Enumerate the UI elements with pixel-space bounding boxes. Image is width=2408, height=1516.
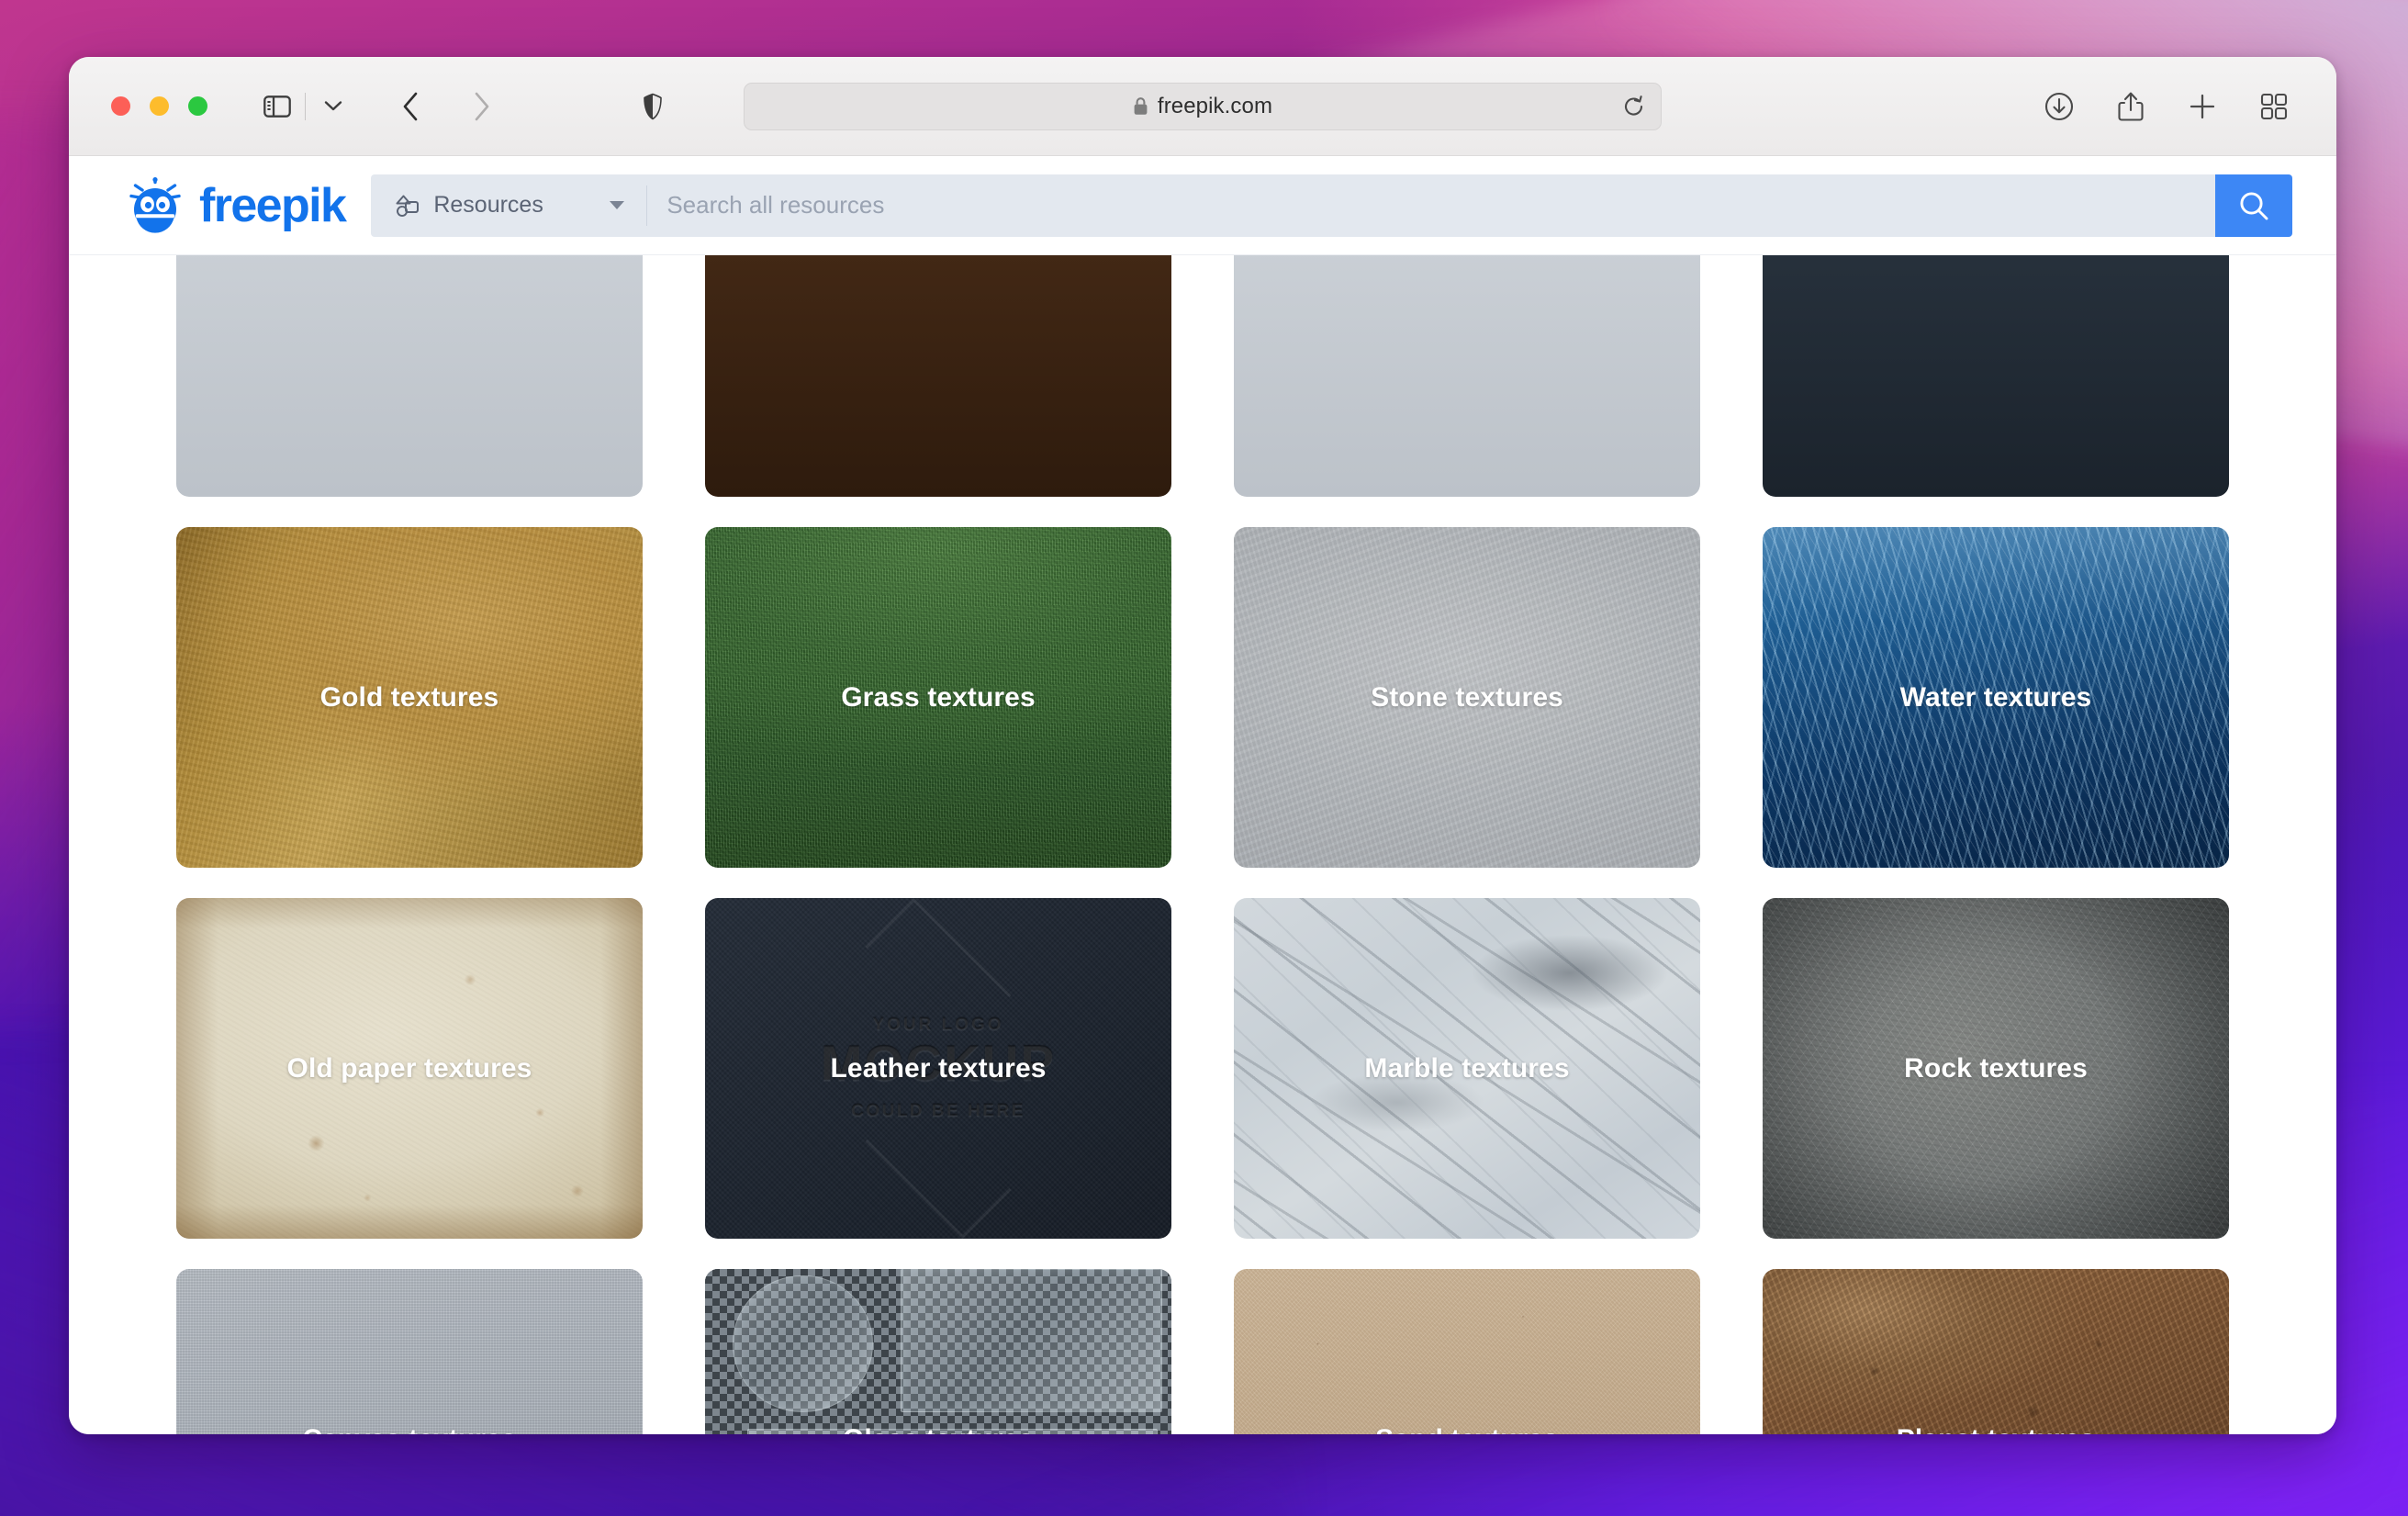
- texture-card[interactable]: YOUR LOGO MOCKUP COULD BE HERE Leather text…: [705, 898, 1171, 1239]
- resources-label: Resources: [433, 192, 543, 218]
- texture-card[interactable]: Canvas textures: [176, 1269, 643, 1434]
- texture-card-label: [1763, 255, 2229, 497]
- browser-window: freepik.com freepik Resources Search all…: [69, 57, 2336, 1434]
- forward-arrow-icon[interactable]: [460, 86, 504, 127]
- search-icon: [2240, 191, 2268, 219]
- maximize-window-button[interactable]: [188, 96, 207, 116]
- texture-card[interactable]: [176, 255, 643, 497]
- texture-card[interactable]: [1763, 255, 2229, 497]
- page-content[interactable]: Gold textures Grass textures Stone texture…: [69, 255, 2336, 1434]
- downloads-icon[interactable]: [2037, 86, 2081, 127]
- toolbar-divider: [305, 92, 306, 120]
- texture-card[interactable]: Old paper textures: [176, 898, 643, 1239]
- texture-card[interactable]: Planet textures: [1763, 1269, 2229, 1434]
- site-search-bar: Resources: [371, 174, 2292, 237]
- texture-card[interactable]: Grass textures: [705, 527, 1171, 868]
- texture-card-label: Old paper textures: [286, 1052, 532, 1084]
- resources-dropdown[interactable]: Resources: [371, 174, 647, 237]
- share-icon[interactable]: [2109, 86, 2153, 127]
- chevron-down-icon[interactable]: [311, 86, 355, 127]
- texture-card-label: [705, 255, 1171, 497]
- texture-card[interactable]: [705, 255, 1171, 497]
- texture-card-label: Grass textures: [841, 681, 1036, 713]
- plus-icon[interactable]: [2180, 86, 2224, 127]
- lock-icon: [1133, 96, 1148, 116]
- texture-card[interactable]: Glass textures: [705, 1269, 1171, 1434]
- texture-grid: Gold textures Grass textures Stone texture…: [69, 255, 2336, 1434]
- tab-overview-icon[interactable]: [2252, 86, 2296, 127]
- site-header: freepik Resources: [69, 156, 2336, 255]
- freepik-logo[interactable]: freepik: [124, 176, 347, 234]
- texture-card-label: Leather textures: [830, 1052, 1047, 1084]
- texture-card[interactable]: Gold textures: [176, 527, 643, 868]
- search-input[interactable]: [666, 191, 2215, 219]
- sidebar-icon[interactable]: [255, 86, 299, 127]
- freepik-wordmark: freepik: [199, 178, 347, 232]
- search-submit-button[interactable]: [2215, 174, 2292, 237]
- texture-card-label: [176, 255, 643, 497]
- texture-card-label: Sand textures: [1234, 1269, 1700, 1435]
- texture-card[interactable]: Rock textures: [1763, 898, 2229, 1239]
- texture-card[interactable]: [1234, 255, 1700, 497]
- texture-card[interactable]: Sand textures: [1234, 1269, 1700, 1434]
- window-controls: [111, 96, 207, 116]
- privacy-shield-icon[interactable]: [631, 86, 675, 127]
- back-arrow-icon[interactable]: [388, 86, 432, 127]
- toolbar-actions: [2037, 86, 2303, 127]
- texture-card-label: Rock textures: [1904, 1052, 2088, 1084]
- texture-card-label: [1234, 255, 1700, 497]
- address-text: freepik.com: [1157, 93, 1273, 118]
- search-input-wrapper: [646, 174, 2215, 237]
- shapes-icon: [395, 194, 420, 218]
- reload-icon[interactable]: [1623, 95, 1644, 122]
- texture-card-label: Stone textures: [1371, 681, 1563, 713]
- close-window-button[interactable]: [111, 96, 130, 116]
- texture-card-label: Marble textures: [1364, 1052, 1570, 1084]
- search-divider: [646, 185, 648, 226]
- texture-card[interactable]: Stone textures: [1234, 527, 1700, 868]
- texture-card-label: Gold textures: [319, 681, 499, 713]
- texture-card-label: Water textures: [1899, 681, 2092, 713]
- minimize-window-button[interactable]: [150, 96, 169, 116]
- texture-card-label: Canvas textures: [176, 1269, 643, 1435]
- texture-card[interactable]: Marble textures: [1234, 898, 1700, 1239]
- texture-card[interactable]: Water textures: [1763, 527, 2229, 868]
- dropdown-caret-icon: [610, 201, 625, 209]
- address-bar[interactable]: freepik.com: [744, 82, 1662, 130]
- texture-card-label: Planet textures: [1763, 1269, 2229, 1435]
- freepik-robot-logo-icon: [124, 176, 186, 234]
- browser-toolbar: freepik.com: [69, 57, 2336, 156]
- texture-card-label: Glass textures: [705, 1269, 1171, 1435]
